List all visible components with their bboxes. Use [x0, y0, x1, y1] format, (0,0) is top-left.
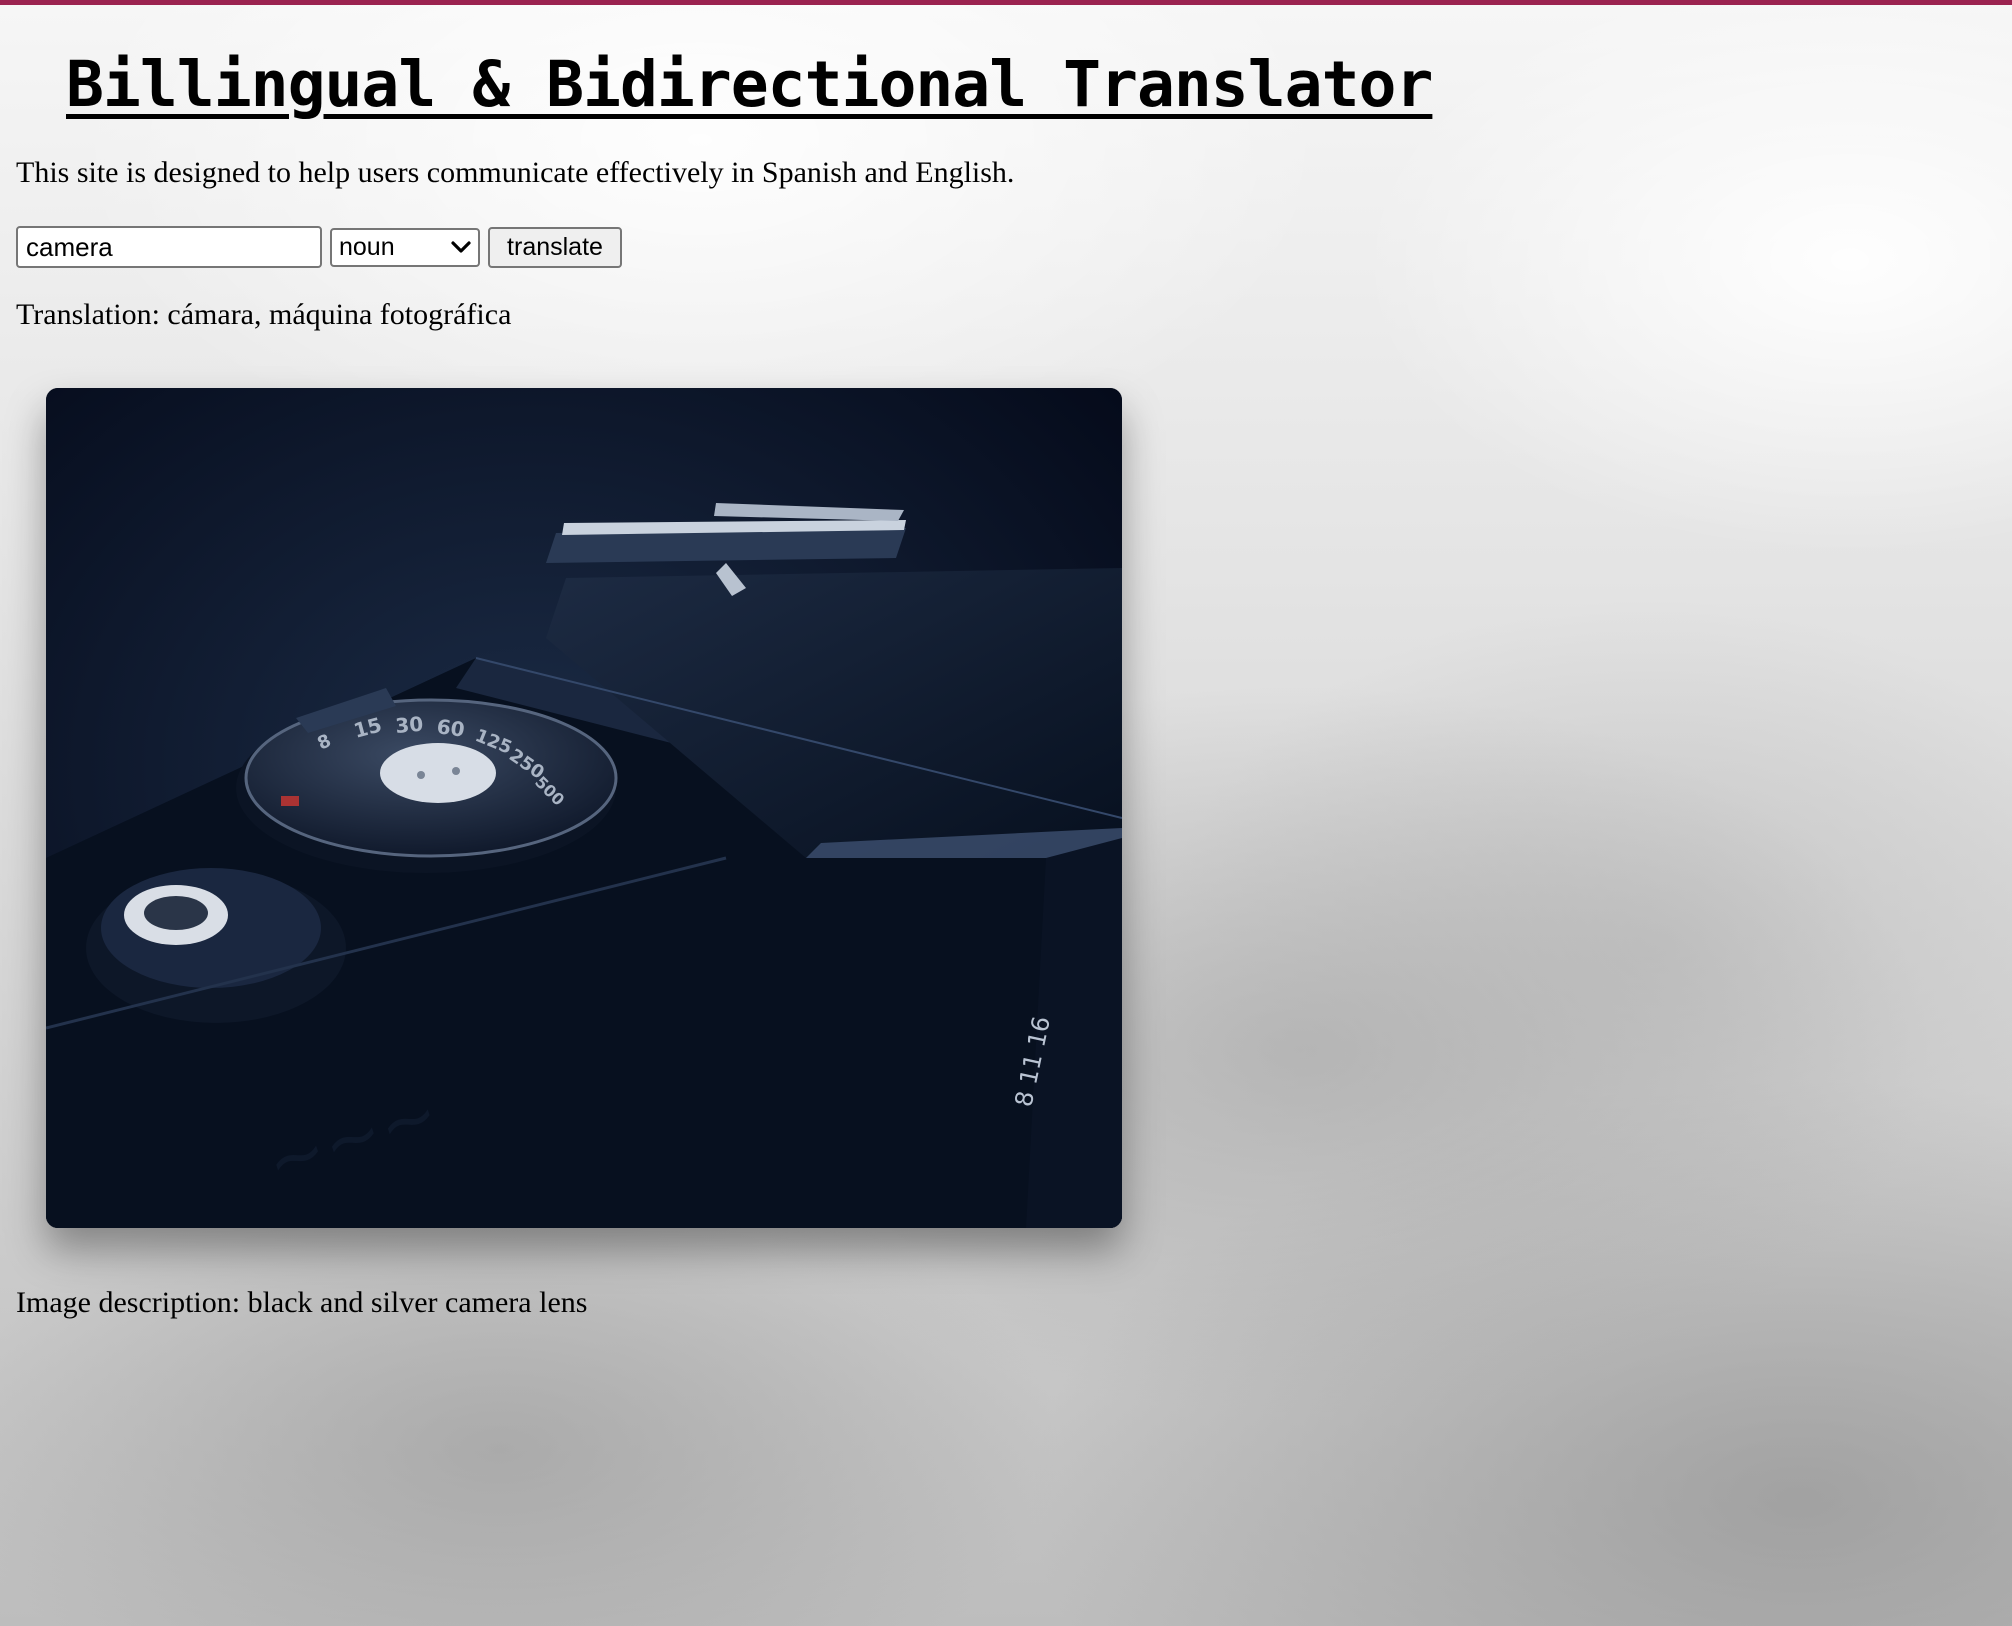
translate-button[interactable]: translate [488, 227, 622, 268]
page-title: Billingual & Bidirectional Translator [66, 48, 1433, 121]
camera-illustration: 15 30 60 125 250 500 8 8 11 16 ~~~ [46, 388, 1122, 1228]
part-of-speech-select[interactable]: noun [330, 228, 480, 267]
translation-result: Translation: cámara, máquina fotográfica [16, 298, 512, 331]
dial-center-button [380, 743, 496, 803]
dial-marking-60: 60 [435, 714, 466, 742]
top-accent-bar [0, 0, 2012, 5]
image-description: Image description: black and silver came… [16, 1286, 588, 1319]
dial-red-mark [281, 796, 299, 806]
intro-text: This site is designed to help users comm… [16, 156, 1015, 189]
chevron-down-icon [451, 241, 471, 253]
dial-marking-30: 30 [394, 712, 424, 738]
part-of-speech-value: noun [339, 233, 395, 261]
camera-photo: 15 30 60 125 250 500 8 8 11 16 ~~~ [46, 388, 1122, 1228]
word-input[interactable] [16, 226, 322, 268]
